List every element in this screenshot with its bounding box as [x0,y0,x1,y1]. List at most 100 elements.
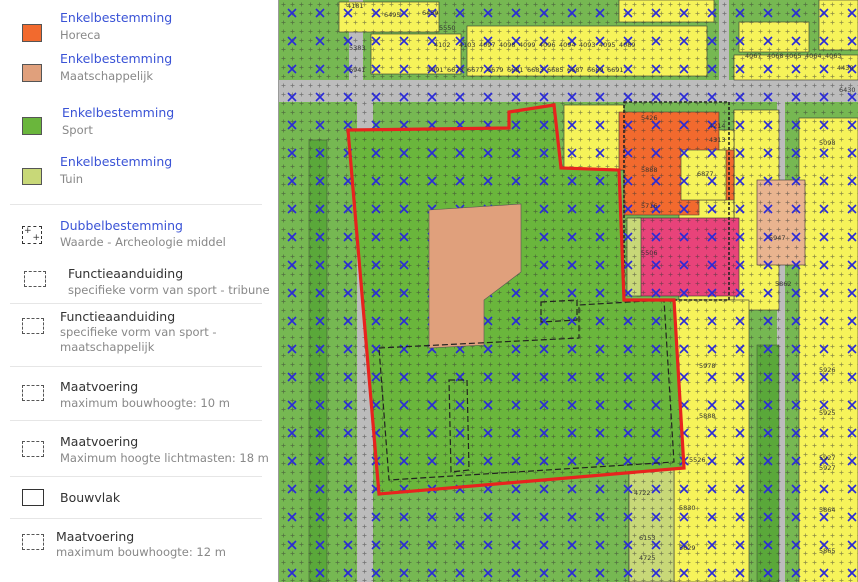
archeologie-swatch: + + [22,226,42,244]
plot-number-label: 4103 [459,41,476,49]
legend-subtitle: Horeca [60,28,101,42]
plot-number-label: 5927 [819,464,836,472]
legend-subtitle: Maximum hoogte lichtmasten: 18 m [60,451,269,465]
plot-number-label: 4313 [709,136,726,144]
legend-title: Enkelbestemming [60,10,173,25]
plot-number-label: 4725 [639,554,656,562]
plot-number-label: 4098 [499,41,516,49]
legend-title: Bouwvlak [60,490,121,505]
plot-number-label: 5830 [679,504,696,512]
sport-swatch [22,117,42,135]
plot-number-label: 4102 [434,41,451,49]
plot-number-label: 5865 [819,547,836,555]
legend-subtitle: Tuin [60,172,84,186]
legend-divider [10,303,262,304]
legend-subtitle: specifieke vorm van sport - [60,325,217,339]
legend-subtitle: Maatschappelijk [60,69,154,83]
map-legend: Enkelbestemming Horeca Enkelbestemming M… [0,0,279,582]
plot-number-label: 6941 [349,66,366,74]
plot-number-label: 5926 [819,366,836,374]
plot-number-label: 4063 [825,52,842,60]
legend-subtitle: Waarde - Archeologie middel [60,235,226,249]
plot-number-label: 5550 [439,24,456,32]
plot-number-label: 4068 [767,52,784,60]
legend-subtitle: specifieke vorm van sport - tribune [68,283,270,297]
plot-number-label: 5888 [641,166,658,174]
legend-subtitle: maximum bouwhoogte: 12 m [56,545,226,559]
plot-number-label: 5506 [641,249,658,257]
plot-number-label: 6691 [607,66,624,74]
plot-number-label: 4722 [634,489,651,497]
cross-markers [279,0,858,582]
plot-number-label: 4065 [785,52,802,60]
plot-number-label: 5716 [641,202,658,210]
plot-number-label: 5925 [819,409,836,417]
plot-number-label: 5862 [775,280,792,288]
plot-number-label: 4095 [599,41,616,49]
plot-number-label: 6673 [447,66,464,74]
plot-number-label: 5978 [699,362,716,370]
plot-number-label: 6153 [639,534,656,542]
sport-maatschappelijk-swatch [22,318,44,334]
plot-number-label: 5383 [349,44,366,52]
plot-number-label: 5426 [641,114,658,122]
plot-number-label: 4430 [837,64,854,72]
tuin-swatch [22,168,42,185]
legend-title: Maatvoering [60,434,139,449]
plot-number-label: 5098 [819,139,836,147]
bouwhoogte-10-swatch [22,385,44,401]
tribune-swatch [24,271,46,287]
legend-divider [10,420,262,421]
plot-number-label: 6459 [422,9,439,17]
legend-divider [10,476,262,477]
plot-number-label: 5947 [769,234,786,242]
plot-number-label: 6877 [697,170,714,178]
plot-number-label: 5888 [699,412,716,420]
bouwvlak-swatch [22,489,44,506]
plot-number-label: 6689 [587,66,604,74]
maatschappelijk-swatch [22,64,42,82]
legend-divider [10,518,262,519]
plot-number-label: 5864 [819,506,836,514]
legend-title: Functieaanduiding [68,266,184,281]
legend-title: Maatvoering [56,529,135,544]
plot-number-label: 4099 [519,41,536,49]
plot-number-label: 5927 [819,454,836,462]
legend-subtitle-line2: maatschappelijk [60,340,155,354]
legend-title: Dubbelbestemming [60,218,183,233]
plot-number-label: 4096 [539,41,556,49]
legend-title: Functieaanduiding [60,309,176,324]
plot-number-label: 4089 [619,41,636,49]
plot-number-label: 6677 [467,66,484,74]
legend-subtitle: Sport [62,123,93,137]
plot-number-label: 6495 [384,11,401,19]
plot-number-label: 6685 [547,66,564,74]
plot-number-label: 6683 [527,66,544,74]
plot-number-label: 5629 [679,544,696,552]
plot-number-label: 6687 [567,66,584,74]
legend-title: Maatvoering [60,379,139,394]
plot-number-label: 6679 [487,66,504,74]
plot-number-label: 5526 [689,456,706,464]
plot-number-label: 4214 [709,122,726,130]
legend-divider [10,204,262,205]
bouwhoogte-12-swatch [22,534,44,550]
plot-number-label: 6681 [507,66,524,74]
legend-subtitle: maximum bouwhoogte: 10 m [60,396,230,410]
legend-title: Enkelbestemming [60,154,173,169]
plot-number-label: 4097 [479,41,496,49]
plot-number-label: 4093 [579,41,596,49]
plot-number-label: 4181 [347,2,364,10]
legend-title: Enkelbestemming [62,105,175,120]
legend-divider [10,366,262,367]
plot-number-label: 4091 [427,66,444,74]
horeca-swatch [22,24,42,42]
legend-title: Enkelbestemming [60,51,173,66]
plot-number-label: 4064 [805,52,822,60]
plot-number-label: 4067 [745,52,762,60]
plot-number-label: 4094 [559,41,576,49]
lichtmasten-swatch [22,441,44,457]
map-canvas[interactable]: 6495 64595550 4181 5383 6941 4102 4103 4097 4098… [279,0,858,582]
plot-number-label: 6430 [839,86,856,94]
zoning-map[interactable]: 6495 6459 5550 4181 5383 6941 4102 4103 4097 4098… [279,0,858,582]
